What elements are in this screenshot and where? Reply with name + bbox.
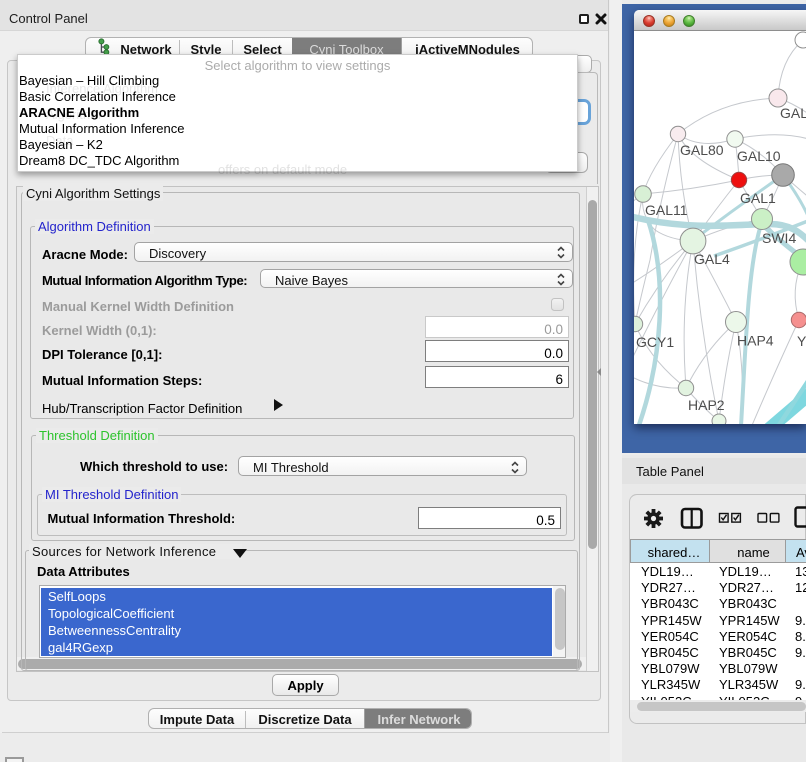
svg-text:SWI4: SWI4: [762, 230, 796, 246]
svg-text:HAP4: HAP4: [737, 333, 774, 349]
svg-text:Y: Y: [797, 333, 806, 349]
svg-text:GAL80: GAL80: [680, 142, 724, 158]
svg-text:HAP2: HAP2: [688, 397, 725, 413]
svg-text:GCY1: GCY1: [636, 334, 674, 350]
svg-text:GAL4: GAL4: [694, 251, 730, 267]
svg-text:GAL2: GAL2: [780, 105, 806, 121]
svg-text:GAL10: GAL10: [737, 148, 781, 164]
svg-text:GAL11: GAL11: [645, 202, 688, 218]
svg-text:GAL1: GAL1: [740, 190, 776, 206]
